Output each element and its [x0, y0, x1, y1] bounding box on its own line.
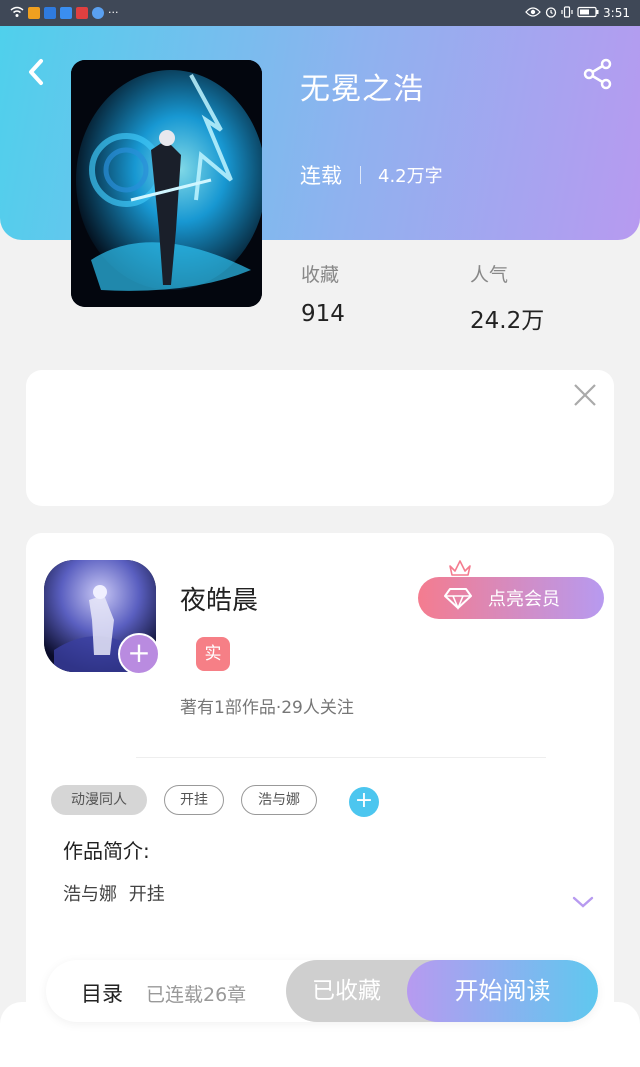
popularity-stat: 人气 24.2万: [470, 260, 544, 335]
status-bar: ··· 3:51: [0, 0, 640, 26]
back-arrow-icon: [29, 59, 43, 85]
vip-button[interactable]: 点亮会员: [418, 577, 604, 619]
popularity-value: 24.2万: [470, 308, 545, 334]
section-divider: [136, 757, 546, 758]
close-ad-button[interactable]: [572, 382, 598, 408]
intro-title: 作品简介:: [63, 839, 150, 863]
author-stats: 著有1部作品·29人关注: [180, 698, 354, 718]
eye-icon: [525, 6, 541, 20]
verified-badge: 实: [196, 637, 230, 671]
serial-status: 连载: [300, 164, 342, 188]
wifi-icon: [10, 6, 24, 21]
vip-button-label: 点亮会员: [488, 589, 560, 610]
meta-divider: [360, 166, 361, 184]
app-notification-icon: [92, 7, 104, 19]
app-notification-icon: [44, 7, 56, 19]
alarm-icon: [545, 6, 557, 21]
diamond-icon: [444, 588, 472, 610]
favorites-stat: 收藏 914: [301, 260, 345, 327]
share-icon: [583, 58, 612, 90]
chevron-down-icon: [572, 896, 594, 908]
status-time: 3:51: [603, 6, 630, 20]
app-notification-icon: [60, 7, 72, 19]
chapter-count: 已连载26章: [146, 984, 247, 1006]
action-bar: 目录 已连载26章 已收藏 开始阅读: [46, 960, 598, 1022]
close-icon: [574, 384, 596, 406]
tag-item[interactable]: 浩与娜: [241, 785, 317, 815]
plus-icon: +: [127, 636, 151, 669]
app-notification-icon: [76, 7, 88, 19]
app-notification-icon: [28, 7, 40, 19]
word-count: 4.2万字: [378, 166, 443, 187]
follow-author-button[interactable]: +: [118, 633, 160, 675]
status-icons-left: ···: [10, 6, 119, 21]
book-title: 无冕之浩: [300, 72, 424, 107]
ad-card: [26, 370, 614, 506]
tag-item[interactable]: 开挂: [164, 785, 224, 815]
expand-intro-button[interactable]: [571, 893, 595, 911]
crown-icon: [448, 558, 472, 578]
favorites-label: 收藏: [301, 264, 340, 286]
book-cover[interactable]: [71, 60, 262, 307]
battery-icon: [577, 6, 599, 21]
add-tag-button[interactable]: +: [349, 787, 379, 817]
share-button[interactable]: [582, 58, 614, 90]
status-icons-right: 3:51: [525, 5, 630, 21]
popularity-label: 人气: [470, 264, 509, 286]
start-reading-button[interactable]: 开始阅读: [407, 960, 598, 1022]
toc-button[interactable]: 目录: [81, 978, 123, 1008]
book-cover-image: [71, 60, 262, 307]
tag-category[interactable]: 动漫同人: [51, 785, 147, 815]
author-name[interactable]: 夜皓晨: [180, 580, 258, 617]
favorites-value: 914: [301, 301, 345, 327]
plus-icon: +: [354, 788, 374, 813]
more-notifications-icon: ···: [108, 6, 119, 19]
intro-text: 浩与娜 开挂: [63, 884, 165, 905]
vibrate-icon: [561, 5, 573, 21]
back-button[interactable]: [22, 58, 50, 86]
book-meta: 连载 4.2万字: [300, 160, 443, 190]
